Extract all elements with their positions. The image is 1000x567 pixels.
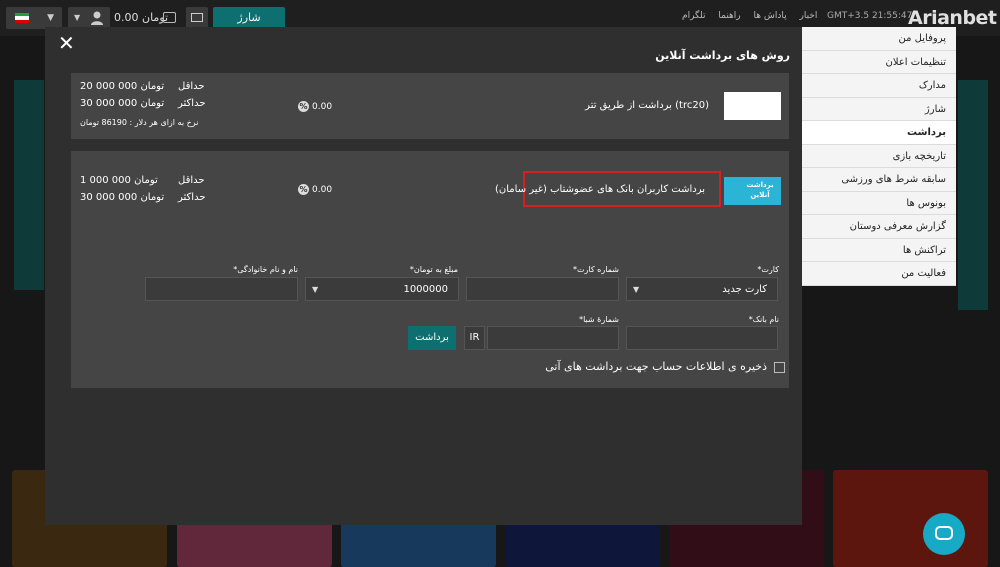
min-label: حداقل bbox=[178, 175, 205, 186]
min-label: حداقل bbox=[178, 81, 205, 92]
card-label: کارت* bbox=[757, 265, 779, 274]
amount-value: 1000000 bbox=[403, 284, 448, 295]
card-select-value: کارت جدید bbox=[722, 284, 767, 295]
sidebar-item-charge[interactable]: شارژ bbox=[802, 98, 956, 121]
save-info-label: ذخیره ی اطلاعات حساب جهت برداشت های آتی bbox=[545, 360, 767, 373]
messages-button[interactable] bbox=[186, 7, 208, 29]
fullname-input[interactable] bbox=[145, 277, 298, 301]
bank-name-input[interactable] bbox=[626, 326, 778, 350]
clock: GMT+3.5 21:55:47 bbox=[827, 11, 913, 21]
modal-title: روش های برداشت آنلاین bbox=[655, 49, 790, 62]
nav-telegram[interactable]: تلگرام bbox=[682, 11, 706, 21]
percent-icon: % bbox=[298, 184, 309, 195]
chat-bubble-icon bbox=[935, 526, 953, 540]
sheba-input[interactable] bbox=[487, 326, 619, 350]
nav-bonuses[interactable]: پاداش ها bbox=[754, 11, 787, 21]
fullname-label: نام و نام خانوادگی* bbox=[233, 265, 298, 274]
card-number-label: شماره کارت* bbox=[572, 265, 619, 274]
sidebar-item-transactions[interactable]: تراکنش ها bbox=[802, 239, 956, 262]
sidebar-item-referrals[interactable]: گزارش معرفی دوستان bbox=[802, 215, 956, 239]
method-name: برداشت کاربران بانک های عضوشتاب (غیر سام… bbox=[495, 184, 705, 195]
min-value: 1 000 000 تومان bbox=[80, 175, 158, 186]
user-menu[interactable]: ▼ bbox=[68, 7, 110, 29]
fee-value: 0.00 bbox=[312, 185, 333, 195]
online-withdraw-logo-image: برداشت آنلاین bbox=[724, 177, 781, 205]
chevron-down-icon: ▼ bbox=[312, 285, 319, 294]
site-logo[interactable]: Arianbet bbox=[908, 7, 997, 29]
sidebar-item-activity[interactable]: فعالیت من bbox=[802, 262, 956, 286]
sheba-label: شمارهٔ شبا* bbox=[579, 315, 619, 324]
balance-text: 0.00 تومان bbox=[114, 11, 169, 24]
withdraw-modal: روش های برداشت آنلاین (trc20) برداشت از … bbox=[45, 27, 802, 525]
sidebar-item-sports-bets[interactable]: سابقه شرط های ورزشی bbox=[802, 168, 956, 192]
fee-value: 0.00 bbox=[312, 102, 333, 112]
sidebar-item-bonuses[interactable]: بونوس ها bbox=[802, 192, 956, 215]
sidebar-item-withdraw[interactable]: برداشت bbox=[802, 121, 956, 145]
withdraw-method-shetab: برداشت آنلاین برداشت کاربران بانک های عض… bbox=[71, 151, 789, 388]
logo-text: برداشت آنلاین bbox=[746, 181, 774, 199]
sidebar-item-profile[interactable]: پروفایل من bbox=[802, 27, 956, 51]
withdraw-button[interactable]: برداشت bbox=[408, 326, 456, 350]
chevron-down-icon: ▼ bbox=[74, 13, 81, 22]
logo-part1: Arian bbox=[908, 7, 963, 29]
sidebar-item-game-history[interactable]: تاریخچه بازی bbox=[802, 145, 956, 168]
account-sidebar: پروفایل من تنظیمات اعلان مدارک شارژ بردا… bbox=[802, 27, 956, 286]
bank-name-label: نام بانک* bbox=[748, 315, 779, 324]
save-info-checkbox[interactable] bbox=[774, 362, 785, 373]
max-value: 30 000 000 تومان bbox=[80, 192, 165, 203]
method-name: (trc20) برداشت از طریق تتر bbox=[585, 100, 709, 111]
user-icon bbox=[91, 11, 103, 25]
sidebar-item-notification-settings[interactable]: تنظیمات اعلان bbox=[802, 51, 956, 74]
amount-label: مبلغ به تومان* bbox=[409, 265, 458, 274]
nav-news[interactable]: اخبار bbox=[799, 11, 817, 21]
sheba-prefix: IR bbox=[464, 326, 485, 350]
card-select[interactable]: کارت جدید ▼ bbox=[626, 277, 778, 301]
chevron-down-icon: ▼ bbox=[633, 285, 640, 294]
nav-help[interactable]: راهنما bbox=[718, 11, 740, 21]
chat-button[interactable] bbox=[923, 513, 965, 555]
language-selector[interactable]: ▼ bbox=[6, 7, 62, 29]
charge-button[interactable]: شارژ bbox=[213, 7, 285, 29]
max-label: حداکثر bbox=[178, 192, 206, 203]
amount-select[interactable]: 1000000 ▼ bbox=[305, 277, 459, 301]
withdraw-method-tether[interactable]: (trc20) برداشت از طریق تتر % 0.00 حداقل … bbox=[71, 73, 789, 139]
chevron-down-icon: ▼ bbox=[47, 13, 54, 23]
wallet-icon bbox=[163, 12, 176, 23]
sidebar-item-documents[interactable]: مدارک bbox=[802, 74, 956, 98]
balance-display[interactable]: 0.00 تومان bbox=[114, 7, 180, 29]
logo-part2: bet bbox=[962, 7, 997, 29]
max-value: 30 000 000 تومان bbox=[80, 98, 165, 109]
top-nav: اخبار پاداش ها راهنما تلگرام bbox=[672, 11, 817, 21]
exchange-rate: نرخ به ازای هر دلار : 86190 تومان bbox=[80, 118, 199, 127]
iran-flag-icon bbox=[15, 13, 29, 23]
max-label: حداکثر bbox=[178, 98, 206, 109]
min-value: 20 000 000 تومان bbox=[80, 81, 165, 92]
close-icon[interactable]: ✕ bbox=[58, 31, 75, 55]
tether-logo-image bbox=[724, 92, 781, 120]
card-number-input[interactable] bbox=[466, 277, 619, 301]
envelope-icon bbox=[191, 13, 203, 22]
percent-icon: % bbox=[298, 101, 309, 112]
